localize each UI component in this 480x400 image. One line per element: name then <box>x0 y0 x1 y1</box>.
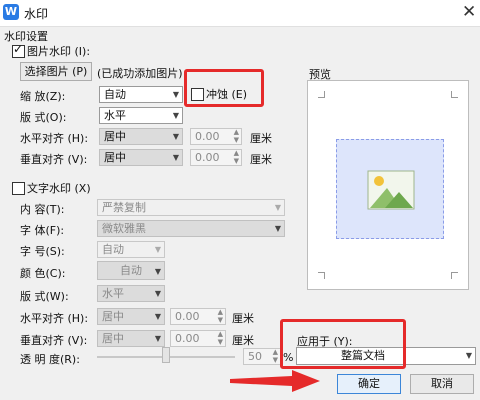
pic-halign-label: 水平对齐 (H): <box>20 132 89 145</box>
pic-valign-offset-spinner[interactable]: 0.00 ▲ ▼ <box>190 149 242 166</box>
text-valign-offset-value: 0.00 <box>175 332 200 345</box>
highlight-box-washout <box>184 69 264 107</box>
transparency-spinner[interactable]: 50 ▲ ▼ <box>243 348 281 365</box>
picture-watermark-checkbox[interactable] <box>12 42 25 58</box>
text-layout-label: 版 式(W): <box>20 290 69 303</box>
text-valign-value: 居中 <box>102 332 124 345</box>
text-halign-offset-spinner[interactable]: 0.00 ▲ ▼ <box>170 308 226 325</box>
highlight-box-apply-to <box>280 319 406 369</box>
text-watermark-label: 文字水印 (X) <box>27 182 91 195</box>
close-icon[interactable]: ✕ <box>462 2 476 22</box>
pic-halign-offset-value: 0.00 <box>195 130 220 143</box>
font-label: 字 体(F): <box>20 224 65 237</box>
scale-label: 缩 放(Z): <box>20 90 66 103</box>
chevron-down-icon: ▼ <box>465 351 472 360</box>
chevron-down-icon: ▼ <box>154 245 161 254</box>
transparency-slider-thumb[interactable] <box>162 347 170 363</box>
spinner-arrows-icon: ▲ ▼ <box>233 128 239 144</box>
pic-layout-select[interactable]: 水平 ▼ <box>99 107 183 124</box>
chevron-down-icon: ▼ <box>274 224 281 233</box>
preview-page <box>307 80 469 290</box>
scale-value: 自动 <box>104 88 126 101</box>
chevron-down-icon: ▼ <box>274 203 281 212</box>
pic-valign-unit: 厘米 <box>250 153 272 166</box>
pic-halign-unit: 厘米 <box>250 132 272 145</box>
image-placeholder-icon <box>367 170 415 210</box>
wps-app-icon: W <box>3 4 19 20</box>
chevron-down-icon: ▼ <box>154 267 161 276</box>
size-select[interactable]: 自动 ▼ <box>97 241 165 258</box>
text-valign-label: 垂直对齐 (V): <box>20 334 88 347</box>
chevron-down-icon: ▼ <box>172 111 179 120</box>
title-bar <box>0 0 480 27</box>
font-value: 微软雅黑 <box>102 222 146 235</box>
content-input[interactable]: 严禁复制 ▼ <box>97 199 285 216</box>
page-margin-corner <box>451 272 458 279</box>
watermark-image-preview <box>336 139 444 239</box>
pic-valign-value: 居中 <box>104 151 126 164</box>
text-valign-unit: 厘米 <box>232 334 254 347</box>
text-valign-offset-spinner[interactable]: 0.00 ▲ ▼ <box>170 330 226 347</box>
chevron-down-icon: ▼ <box>154 334 161 343</box>
content-label: 内 容(T): <box>20 203 65 216</box>
scale-select[interactable]: 自动 ▼ <box>99 86 183 103</box>
chevron-down-icon: ▼ <box>172 153 179 162</box>
spinner-arrows-icon: ▲ ▼ <box>233 149 239 165</box>
pic-halign-select[interactable]: 居中 ▼ <box>99 128 183 145</box>
spinner-arrows-icon: ▲ ▼ <box>272 348 278 364</box>
text-layout-value: 水平 <box>102 287 124 300</box>
text-valign-select[interactable]: 居中 ▼ <box>97 330 165 347</box>
text-watermark-checkbox[interactable] <box>12 182 25 195</box>
pic-valign-offset-value: 0.00 <box>195 151 220 164</box>
pic-layout-value: 水平 <box>104 109 126 122</box>
pic-halign-offset-spinner[interactable]: 0.00 ▲ ▼ <box>190 128 242 145</box>
chevron-down-icon: ▼ <box>154 289 161 298</box>
size-label: 字 号(S): <box>20 245 65 258</box>
chevron-down-icon: ▼ <box>154 312 161 321</box>
color-select[interactable]: 自动 ▼ <box>97 261 165 280</box>
picture-status-text: (已成功添加图片) <box>97 67 183 80</box>
pic-halign-value: 居中 <box>104 130 126 143</box>
red-arrow-annotation <box>230 370 320 392</box>
ok-button[interactable]: 确定 <box>337 374 401 394</box>
transparency-value: 50 <box>248 350 262 363</box>
window-title: 水印 <box>24 7 49 21</box>
picture-watermark-label: 图片水印 (I): <box>27 45 91 58</box>
text-halign-select[interactable]: 居中 ▼ <box>97 308 165 325</box>
text-halign-value: 居中 <box>102 310 124 323</box>
text-halign-unit: 厘米 <box>232 312 254 325</box>
section-title: 水印设置 <box>4 30 48 43</box>
pic-valign-label: 垂直对齐 (V): <box>20 153 88 166</box>
chevron-down-icon: ▼ <box>172 132 179 141</box>
spinner-arrows-icon: ▲ ▼ <box>217 330 223 346</box>
text-halign-label: 水平对齐 (H): <box>20 312 89 325</box>
content-value: 严禁复制 <box>102 201 146 214</box>
color-label: 颜 色(C): <box>20 267 66 280</box>
page-margin-corner <box>318 272 325 279</box>
size-value: 自动 <box>102 243 124 256</box>
spinner-arrows-icon: ▲ ▼ <box>217 308 223 324</box>
text-layout-select[interactable]: 水平 ▼ <box>97 285 165 302</box>
color-value: 自动 <box>120 264 142 277</box>
page-margin-corner <box>318 91 325 98</box>
chevron-down-icon: ▼ <box>172 90 179 99</box>
transparency-label: 透 明 度(R): <box>20 353 80 366</box>
page-margin-corner <box>451 91 458 98</box>
cancel-button[interactable]: 取消 <box>410 374 474 394</box>
text-halign-offset-value: 0.00 <box>175 310 200 323</box>
pic-valign-select[interactable]: 居中 ▼ <box>99 149 183 166</box>
select-picture-button[interactable]: 选择图片 (P) <box>20 62 92 81</box>
font-select[interactable]: 微软雅黑 ▼ <box>97 220 285 237</box>
pic-layout-label: 版 式(O): <box>20 111 67 124</box>
